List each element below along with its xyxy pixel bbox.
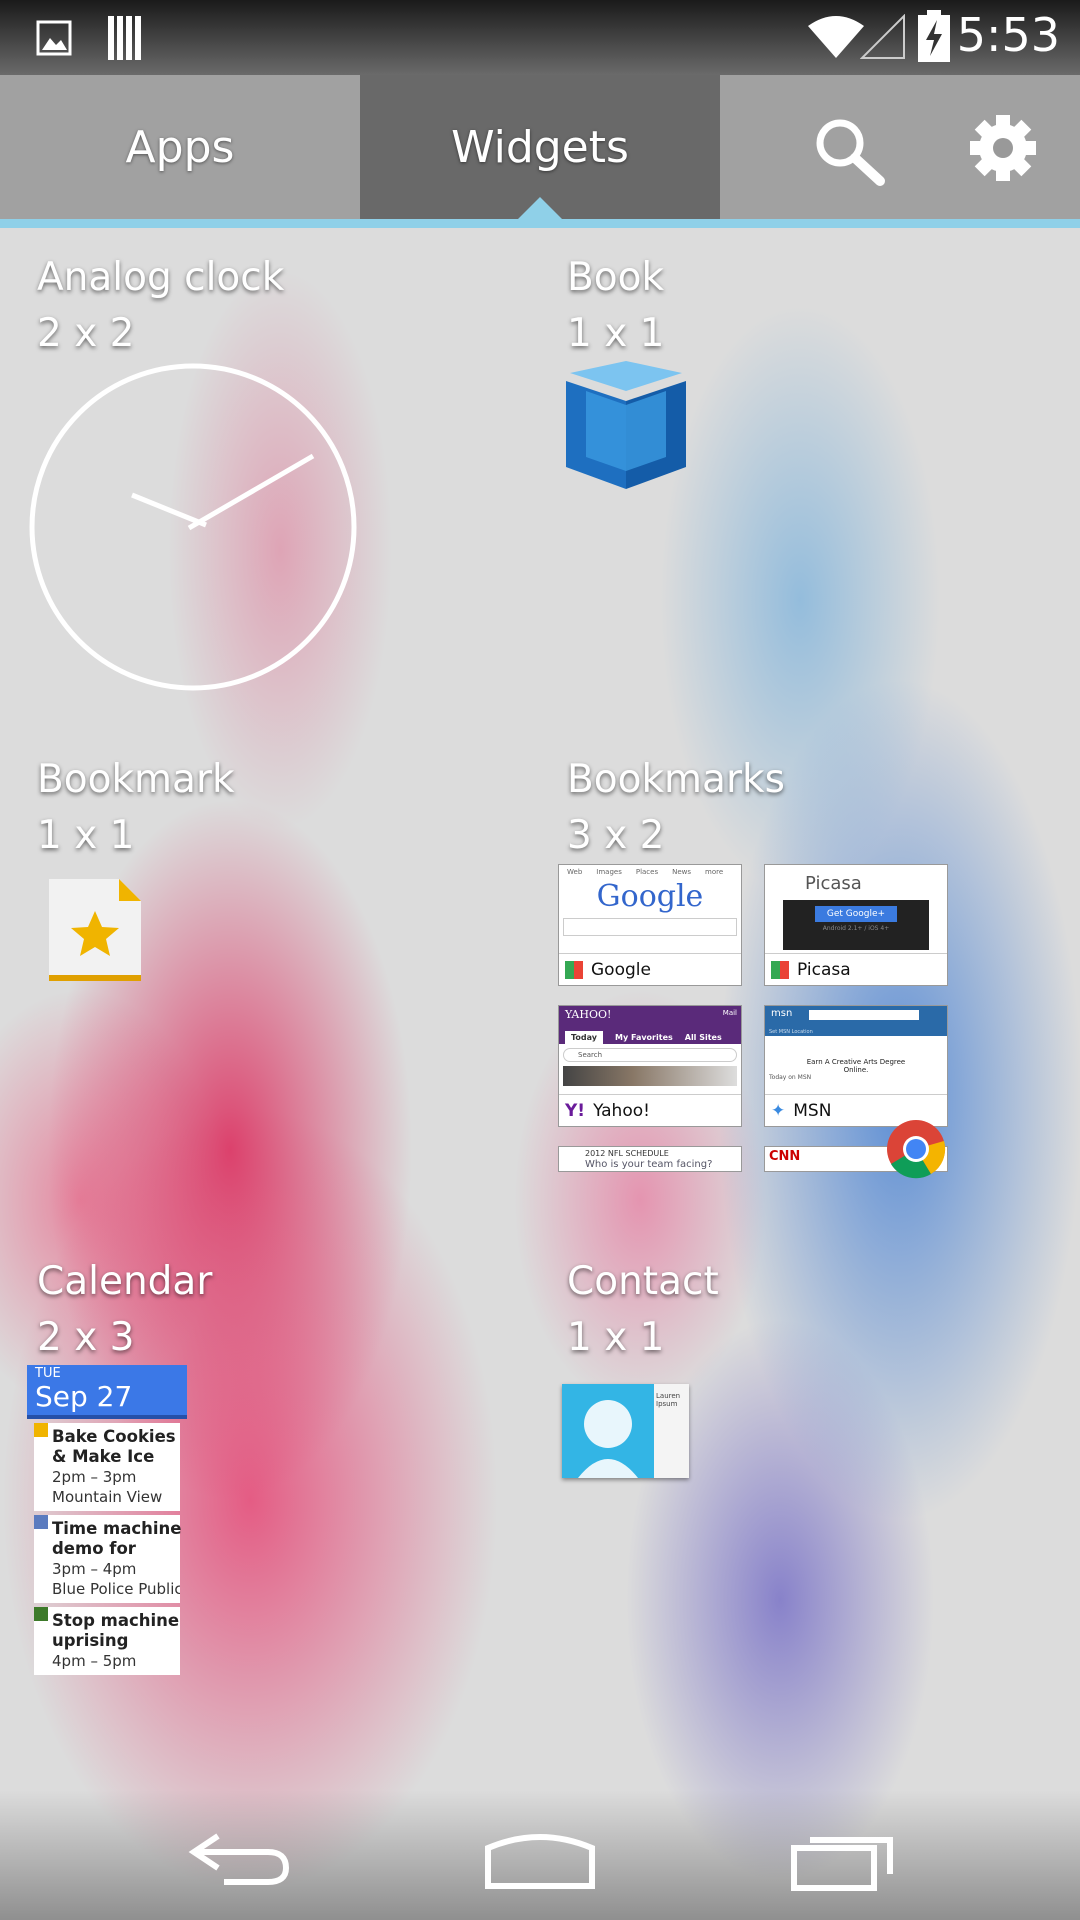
- widget-size-calendar: 2 x 3: [37, 1315, 135, 1360]
- navigation-bar: [0, 1790, 1080, 1920]
- battery-charging-icon: [918, 10, 950, 62]
- bookmark-title: MSN: [793, 1100, 832, 1121]
- tab: Web: [567, 868, 583, 876]
- bookmark-title: Picasa: [797, 959, 851, 980]
- event-time: 4pm – 5pm: [52, 1652, 137, 1670]
- widget-size-book: 1 x 1: [567, 311, 665, 356]
- event-time: 2pm – 3pm: [52, 1468, 137, 1486]
- widget-label-bookmark: Bookmark: [37, 757, 235, 802]
- image-icon: [36, 20, 72, 56]
- google-favicon: [565, 960, 583, 979]
- signal-icon: [860, 14, 905, 59]
- tab: more: [705, 868, 724, 876]
- widget-size-bookmark: 1 x 1: [37, 813, 135, 858]
- widget-size-contact: 1 x 1: [567, 1315, 665, 1360]
- widget-label-calendar: Calendar: [37, 1259, 213, 1304]
- event-location: Mountain View: [52, 1488, 163, 1506]
- widget-label-contact: Contact: [567, 1259, 719, 1304]
- msn-favicon: ✦: [771, 1100, 786, 1121]
- barcode-icon: [108, 16, 141, 60]
- event-time: 3pm – 4pm: [52, 1560, 137, 1578]
- nfl-subtitle: Who is your team facing?: [585, 1159, 713, 1170]
- widget-size-analog-clock: 2 x 2: [37, 311, 135, 356]
- mail-link: Mail: [722, 1009, 737, 1017]
- contact-widget-icon[interactable]: Lauren Ipsum: [562, 1384, 689, 1478]
- bookmark-nfl[interactable]: 2012 NFL SCHEDULE Who is your team facing…: [558, 1146, 742, 1172]
- msn-today: Today on MSN: [769, 1074, 812, 1081]
- tab: Images: [596, 868, 622, 876]
- tab-apps[interactable]: Apps: [0, 75, 360, 220]
- bookmark-star-icon[interactable]: [49, 879, 143, 983]
- tab: Places: [635, 868, 659, 876]
- yahoo-search: Search: [563, 1048, 737, 1062]
- calendar-widget[interactable]: TUESep 27 Bake Cookies & Make Ice Cream 2…: [27, 1365, 187, 1675]
- event-title: Time machine demo for Sergey: [52, 1519, 182, 1558]
- analog-clock-widget[interactable]: [26, 360, 360, 694]
- gear-icon[interactable]: [968, 113, 1038, 183]
- event-color: [34, 1607, 48, 1621]
- yahoo-photo: [563, 1066, 737, 1086]
- msn-ad: Earn A Creative Arts Degree Online.: [806, 1058, 906, 1074]
- platform-note: Android 2.1+ / iOS 4+: [822, 925, 890, 932]
- tab: My Favorites: [614, 1033, 673, 1042]
- widget-label-book: Book: [567, 255, 665, 300]
- get-google-plus-button: Get Google+: [814, 906, 898, 922]
- contact-name: Lauren Ipsum: [656, 1392, 681, 1408]
- bookmark-msn[interactable]: msn Set MSN Location Earn A Creative Arts…: [764, 1005, 948, 1127]
- tab: News: [672, 868, 692, 876]
- clock-time: 5:53: [956, 8, 1060, 62]
- picasa-logo: Picasa: [805, 873, 862, 894]
- home-icon[interactable]: [484, 1828, 596, 1890]
- bookmark-title: Yahoo!: [593, 1100, 650, 1121]
- yahoo-logo: YAHOO!: [565, 1008, 612, 1021]
- book-icon[interactable]: [566, 361, 688, 491]
- bookmark-title: Google: [591, 959, 651, 980]
- google-search-box: [563, 918, 737, 936]
- status-bar: 5:53: [0, 0, 1080, 75]
- cnn-logo: CNN: [769, 1149, 801, 1164]
- msn-search-box: [809, 1010, 919, 1020]
- chrome-icon: [887, 1120, 946, 1179]
- event-title: Bake Cookies & Make Ice Cream: [52, 1427, 176, 1466]
- back-icon[interactable]: [188, 1828, 292, 1888]
- bookmark-yahoo[interactable]: YAHOO! Mail Today My Favorites All Sites Se…: [558, 1005, 742, 1127]
- widget-label-bookmarks: Bookmarks: [567, 757, 785, 802]
- google-favicon: [771, 960, 789, 979]
- calendar-event[interactable]: Bake Cookies & Make Ice Cream 2pm – 3pm Mo…: [34, 1423, 180, 1511]
- calendar-event[interactable]: Stop machine uprising 4pm – 5pm: [34, 1607, 180, 1675]
- tab: Today: [565, 1031, 603, 1044]
- event-color: [34, 1515, 48, 1529]
- search-icon[interactable]: [812, 115, 886, 189]
- tab-indicator-caret: [516, 197, 564, 221]
- yahoo-favicon: Y!: [565, 1100, 586, 1121]
- msn-logo: msn: [771, 1008, 793, 1019]
- nfl-title: 2012 NFL SCHEDULE: [585, 1149, 669, 1158]
- recents-icon[interactable]: [790, 1826, 896, 1892]
- event-title: Stop machine uprising: [52, 1611, 180, 1650]
- msn-location: Set MSN Location: [769, 1029, 813, 1035]
- event-location: Blue Police Public: [52, 1580, 180, 1598]
- widget-size-bookmarks: 3 x 2: [567, 813, 665, 858]
- tab: All Sites: [684, 1033, 722, 1042]
- contact-avatar-icon: [562, 1384, 654, 1478]
- widget-label-analog-clock: Analog clock: [37, 255, 285, 300]
- calendar-day: TUE: [35, 1366, 61, 1381]
- google-logo: Google: [596, 879, 704, 914]
- bookmark-picasa[interactable]: Picasa Get Google+ Android 2.1+ / iOS 4+ …: [764, 864, 948, 986]
- wifi-icon: [808, 16, 864, 58]
- calendar-date: Sep 27: [35, 1380, 133, 1413]
- event-color: [34, 1423, 48, 1437]
- calendar-event[interactable]: Time machine demo for Sergey 3pm – 4pm Blu…: [34, 1515, 182, 1603]
- bookmark-google[interactable]: Web Images Places News more Google Google: [558, 864, 742, 986]
